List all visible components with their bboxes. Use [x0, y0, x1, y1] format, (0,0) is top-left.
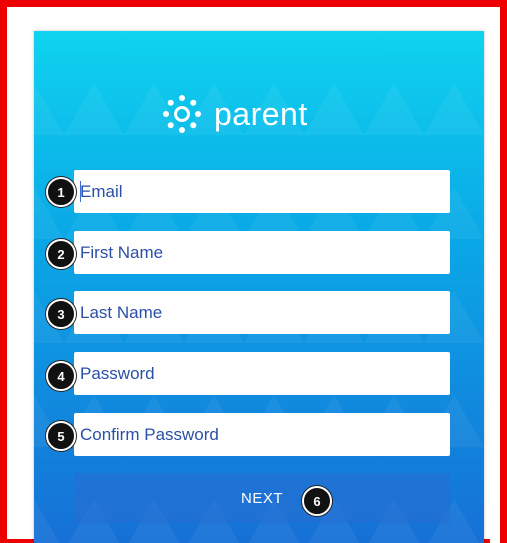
first-name-input[interactable] — [80, 242, 450, 263]
canvas-logo-icon — [163, 95, 201, 133]
callout-badge-4: 4 — [46, 361, 76, 391]
app-logo: parent — [162, 91, 308, 137]
last-name-input[interactable] — [80, 302, 450, 323]
text-caret — [80, 181, 81, 202]
next-button-label: NEXT — [240, 489, 283, 507]
first-name-field[interactable] — [74, 231, 450, 274]
email-field[interactable] — [74, 170, 450, 213]
confirm-password-input[interactable] — [80, 424, 450, 445]
next-button[interactable]: NEXT — [74, 473, 450, 523]
app-name: parent — [214, 95, 308, 132]
password-field[interactable] — [74, 352, 450, 395]
password-input[interactable] — [80, 363, 450, 384]
confirm-password-field[interactable] — [74, 413, 450, 456]
signup-screen: parent NEXT — [34, 31, 484, 543]
callout-badge-3: 3 — [46, 299, 76, 329]
callout-badge-6: 6 — [302, 486, 332, 516]
callout-badge-2: 2 — [46, 239, 76, 269]
email-input[interactable] — [80, 181, 450, 202]
callout-badge-1: 1 — [46, 177, 76, 207]
callout-badge-5: 5 — [46, 421, 76, 451]
last-name-field[interactable] — [74, 291, 450, 334]
